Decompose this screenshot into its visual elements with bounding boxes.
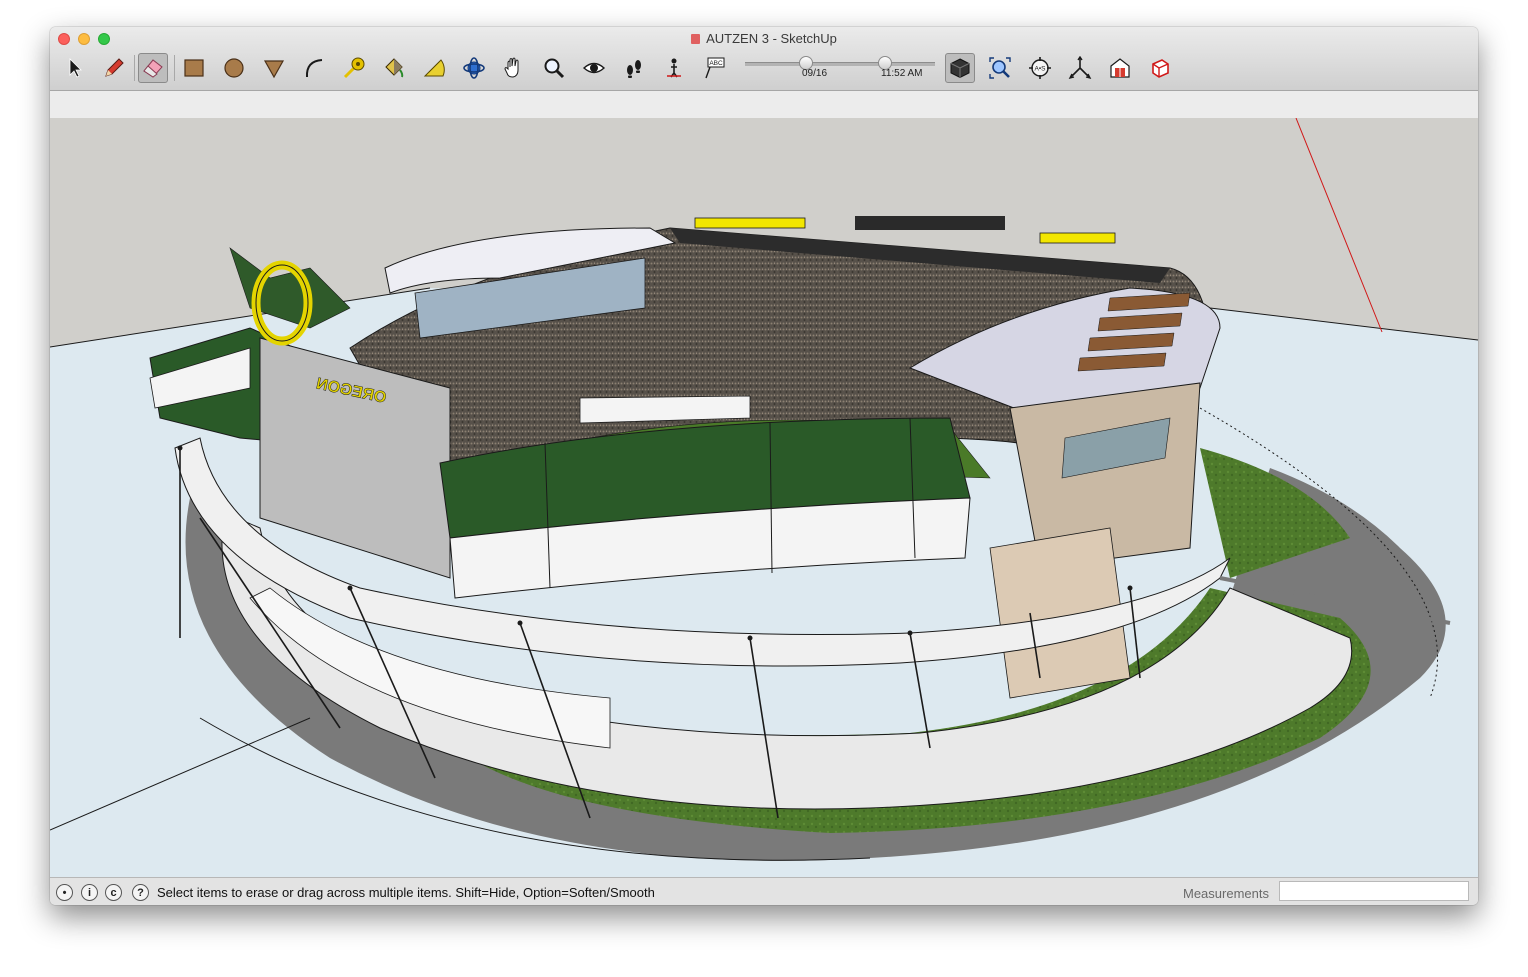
arc-icon bbox=[305, 59, 323, 78]
status-message: Select items to erase or drag across mul… bbox=[157, 885, 655, 900]
arc-tool-button[interactable] bbox=[299, 53, 329, 83]
window-title: AUTZEN 3 - SketchUp bbox=[706, 31, 837, 46]
circle-icon bbox=[224, 58, 244, 78]
text-tool-button[interactable]: ABC bbox=[699, 53, 729, 83]
walk-tool-button[interactable] bbox=[619, 53, 649, 83]
geo-location-icon[interactable]: • bbox=[56, 884, 73, 901]
toolbar-separator bbox=[174, 55, 175, 81]
secondary-toolbar bbox=[50, 91, 1478, 119]
app-window: AUTZEN 3 - SketchUp ABC 09/16 11:52 AM A… bbox=[50, 27, 1478, 905]
pan-tool-button[interactable] bbox=[499, 53, 529, 83]
title-bar[interactable]: AUTZEN 3 - SketchUp ABC 09/16 11:52 AM A… bbox=[50, 27, 1478, 91]
section-display-tool-button[interactable] bbox=[945, 53, 975, 83]
position-camera-tool-button[interactable] bbox=[659, 53, 689, 83]
triangle-icon bbox=[263, 60, 285, 79]
east-yellow-banner bbox=[1039, 232, 1116, 244]
tape-measure-tool-button[interactable] bbox=[339, 53, 369, 83]
north-yellow-banner bbox=[694, 217, 806, 229]
scoreboard-top bbox=[855, 216, 1005, 230]
get-models-tool-button[interactable] bbox=[1105, 53, 1135, 83]
tape-measure-icon bbox=[343, 57, 365, 79]
circle-tool-button[interactable] bbox=[219, 53, 249, 83]
paint-bucket-icon bbox=[385, 58, 404, 78]
rectangle-icon bbox=[184, 59, 204, 77]
protractor-icon bbox=[423, 59, 445, 77]
field-endzone-wall bbox=[579, 395, 751, 424]
cube-icon bbox=[950, 58, 970, 79]
magnifier-icon bbox=[544, 58, 565, 79]
select-tool-button[interactable] bbox=[60, 53, 90, 83]
line-tool-button[interactable] bbox=[99, 53, 129, 83]
rectangle-tool-button[interactable] bbox=[179, 53, 209, 83]
measurements-input[interactable] bbox=[1279, 881, 1469, 901]
zoom-extents-icon bbox=[989, 57, 1011, 79]
paint-bucket-tool-button[interactable] bbox=[379, 53, 409, 83]
toolbar-separator bbox=[134, 55, 135, 81]
sandbox-tool-label: A•S bbox=[1035, 66, 1047, 73]
protractor-tool-button[interactable] bbox=[419, 53, 449, 83]
shadow-time-label: 11:52 AM bbox=[881, 68, 923, 79]
view-iso-tool-button[interactable] bbox=[1145, 53, 1175, 83]
footprints-icon bbox=[627, 60, 641, 78]
eraser-icon bbox=[143, 59, 163, 78]
sign-in-icon[interactable]: c bbox=[105, 884, 122, 901]
polygon-tool-button[interactable] bbox=[259, 53, 289, 83]
stadium-model-drawing[interactable]: OREGON bbox=[50, 118, 1478, 877]
document-icon bbox=[691, 34, 701, 44]
status-bar: • i c ? Select items to erase or drag ac… bbox=[50, 877, 1478, 905]
box-view-icon bbox=[1152, 59, 1169, 78]
credits-icon[interactable]: i bbox=[81, 884, 98, 901]
text-tool-label: ABC bbox=[709, 60, 723, 67]
zoom-extents-tool-button[interactable] bbox=[985, 53, 1015, 83]
orbit-tool-button[interactable] bbox=[459, 53, 489, 83]
axes-icon bbox=[1068, 56, 1092, 80]
shadow-date-label: 09/16 bbox=[802, 68, 828, 79]
camera-position-icon bbox=[667, 58, 681, 78]
window-title-area: AUTZEN 3 - SketchUp bbox=[50, 31, 1478, 46]
help-icon[interactable]: ? bbox=[132, 884, 149, 901]
pencil-icon bbox=[105, 58, 124, 77]
target-icon: A•S bbox=[1029, 57, 1051, 79]
sandbox-tool-button[interactable]: A•S bbox=[1025, 53, 1055, 83]
text-label-icon: ABC bbox=[705, 57, 725, 79]
shadow-date-slider[interactable] bbox=[745, 62, 840, 66]
hand-icon bbox=[504, 57, 519, 78]
measurements-label: Measurements bbox=[1183, 886, 1269, 901]
eye-icon bbox=[582, 62, 606, 74]
warehouse-icon bbox=[1110, 58, 1130, 78]
look-around-tool-button[interactable] bbox=[579, 53, 609, 83]
orbit-icon bbox=[463, 57, 485, 79]
eraser-tool-button[interactable] bbox=[138, 53, 168, 83]
zoom-tool-button[interactable] bbox=[539, 53, 569, 83]
arrow-cursor-icon bbox=[69, 58, 82, 78]
model-viewport[interactable]: OREGON bbox=[50, 118, 1478, 877]
scale-tool-button[interactable] bbox=[1065, 53, 1095, 83]
